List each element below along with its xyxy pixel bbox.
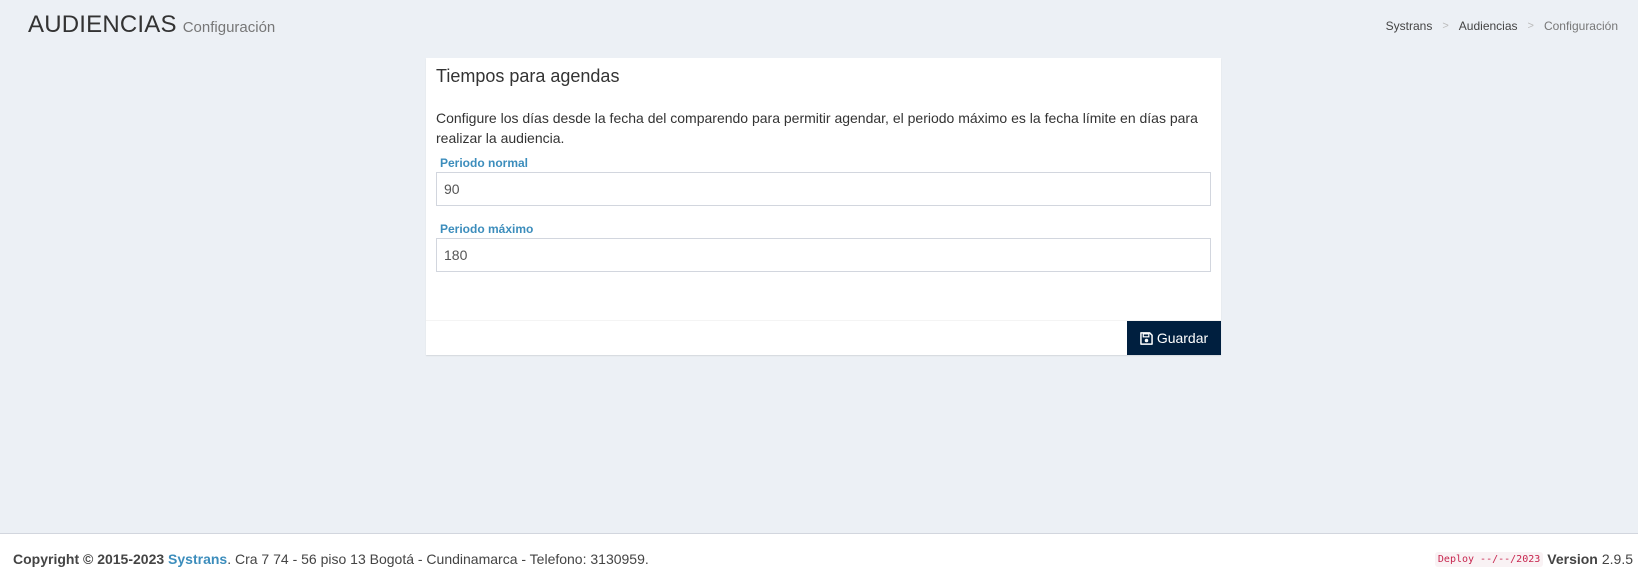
panel-title: Tiempos para agendas [436,66,620,86]
version-number: 2.9.5 [1601,551,1633,567]
breadcrumb-item-configuracion: Configuración [1543,19,1618,33]
breadcrumb-item-systrans[interactable]: Systrans [1386,19,1433,33]
save-button-label: Guardar [1156,330,1209,346]
footer-version: Deploy --/--/2023 Version 2.9.5 [1434,551,1633,567]
breadcrumb: Systrans > Audiencias > Configuración [1386,19,1618,33]
page-title: AUDIENCIAS Configuración [28,11,275,39]
page-subtitle: Configuración [182,19,276,36]
main-footer: Copyright © 2015-2023 Systrans. Cra 7 74… [0,533,1638,585]
version-label: Version [1547,551,1598,567]
max-period-label: Periodo máximo [440,222,534,236]
content-header: AUDIENCIAS Configuración Systrans > Audie… [0,0,1638,50]
company-link[interactable]: Systrans [168,551,227,567]
normal-period-input[interactable] [436,172,1211,206]
breadcrumb-item-audiencias[interactable]: Audiencias [1459,19,1518,33]
max-period-input[interactable] [436,238,1211,272]
breadcrumb-separator: > [1527,20,1534,32]
breadcrumb-separator: > [1442,20,1449,32]
floppy-disk-icon [1139,331,1153,345]
scheduling-times-panel: Tiempos para agendas Configure los días … [426,58,1221,355]
company-address: . Cra 7 74 - 56 piso 13 Bogotá - Cundina… [227,551,649,567]
deploy-badge: Deploy --/--/2023 [1434,551,1544,567]
panel-footer: Guardar [426,320,1221,355]
normal-period-label: Periodo normal [440,156,529,170]
save-button[interactable]: Guardar [1127,321,1221,355]
page-title-text: AUDIENCIAS [28,11,177,38]
footer-copyright: Copyright © 2015-2023 Systrans. Cra 7 74… [13,551,649,567]
panel-description: Configure los días desde la fecha del co… [436,110,1198,146]
copyright-text: Copyright © 2015-2023 [13,551,165,567]
